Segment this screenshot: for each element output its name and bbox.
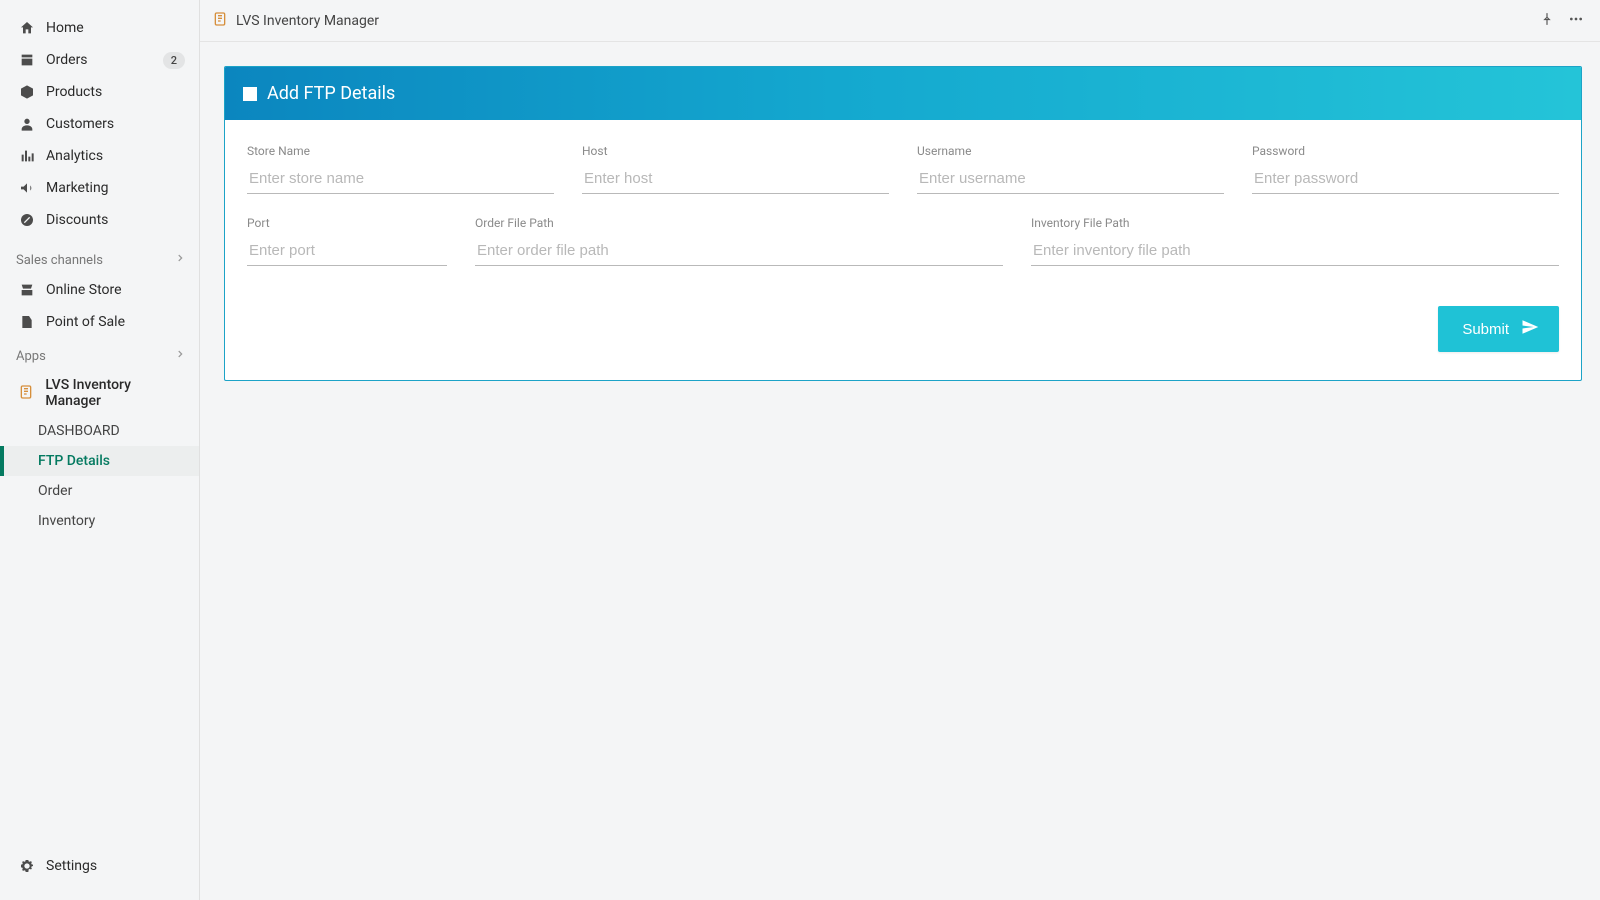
nav-products[interactable]: Products — [0, 76, 199, 108]
field-host: Host — [582, 144, 889, 194]
pos-icon — [18, 313, 36, 331]
settings-label: Settings — [46, 858, 185, 874]
subnav-ftp-details[interactable]: FTP Details — [0, 446, 199, 476]
nav-label: Customers — [46, 116, 185, 132]
app-lvs-inventory-manager[interactable]: LVS Inventory Manager — [0, 370, 199, 416]
card-header-icon — [243, 87, 257, 101]
order-path-input[interactable] — [475, 234, 1003, 266]
nav-settings[interactable]: Settings — [0, 850, 199, 882]
app-name-label: LVS Inventory Manager — [45, 377, 185, 409]
nav-home[interactable]: Home — [0, 12, 199, 44]
card-header: Add FTP Details — [225, 67, 1581, 120]
submit-button[interactable]: Submit — [1438, 306, 1559, 352]
nav-label: Products — [46, 84, 185, 100]
nav-label: Home — [46, 20, 185, 36]
field-port: Port — [247, 216, 447, 266]
main-nav: Home Orders 2 Products Customers A — [0, 12, 199, 242]
orders-icon — [18, 51, 36, 69]
host-input[interactable] — [582, 162, 889, 194]
card-body: Store Name Host Username Password — [225, 120, 1581, 380]
field-inventory-file-path: Inventory File Path — [1031, 216, 1559, 266]
field-username: Username — [917, 144, 1224, 194]
port-label: Port — [247, 216, 447, 230]
online-store-icon — [18, 281, 36, 299]
password-input[interactable] — [1252, 162, 1559, 194]
nav-label: Point of Sale — [46, 314, 185, 330]
marketing-icon — [18, 179, 36, 197]
app-icon — [18, 384, 35, 402]
pin-icon[interactable] — [1540, 11, 1554, 30]
sidebar: Home Orders 2 Products Customers A — [0, 0, 200, 900]
field-order-file-path: Order File Path — [475, 216, 1003, 266]
chevron-right-icon — [175, 252, 185, 268]
orders-badge: 2 — [163, 52, 185, 69]
nav-marketing[interactable]: Marketing — [0, 172, 199, 204]
inventory-path-input[interactable] — [1031, 234, 1559, 266]
main: LVS Inventory Manager Add FTP Details St… — [200, 0, 1600, 900]
nav-label: Online Store — [46, 282, 185, 298]
password-label: Password — [1252, 144, 1559, 158]
username-label: Username — [917, 144, 1224, 158]
store-name-input[interactable] — [247, 162, 554, 194]
sales-channels-header[interactable]: Sales channels — [0, 242, 199, 274]
nav-analytics[interactable]: Analytics — [0, 140, 199, 172]
content: Add FTP Details Store Name Host Username — [200, 42, 1600, 900]
store-name-label: Store Name — [247, 144, 554, 158]
subnav-inventory[interactable]: Inventory — [0, 506, 199, 536]
home-icon — [18, 19, 36, 37]
field-store-name: Store Name — [247, 144, 554, 194]
customers-icon — [18, 115, 36, 133]
discounts-icon — [18, 211, 36, 229]
gear-icon — [18, 857, 36, 875]
username-input[interactable] — [917, 162, 1224, 194]
nav-label: Marketing — [46, 180, 185, 196]
send-icon — [1521, 318, 1539, 340]
field-password: Password — [1252, 144, 1559, 194]
nav-orders[interactable]: Orders 2 — [0, 44, 199, 76]
ftp-details-card: Add FTP Details Store Name Host Username — [224, 66, 1582, 381]
nav-online-store[interactable]: Online Store — [0, 274, 199, 306]
nav-label: Orders — [46, 52, 163, 68]
page-title: LVS Inventory Manager — [236, 13, 379, 29]
submit-label: Submit — [1462, 321, 1509, 338]
apps-label: Apps — [16, 349, 46, 364]
inventory-path-label: Inventory File Path — [1031, 216, 1559, 230]
apps-header[interactable]: Apps — [0, 338, 199, 370]
nav-label: Discounts — [46, 212, 185, 228]
sales-channels-label: Sales channels — [16, 253, 103, 268]
chevron-right-icon — [175, 348, 185, 364]
products-icon — [18, 83, 36, 101]
card-title: Add FTP Details — [267, 83, 395, 104]
order-path-label: Order File Path — [475, 216, 1003, 230]
topbar: LVS Inventory Manager — [200, 0, 1600, 42]
port-input[interactable] — [247, 234, 447, 266]
analytics-icon — [18, 147, 36, 165]
host-label: Host — [582, 144, 889, 158]
nav-discounts[interactable]: Discounts — [0, 204, 199, 236]
nav-label: Analytics — [46, 148, 185, 164]
nav-customers[interactable]: Customers — [0, 108, 199, 140]
more-icon[interactable] — [1568, 11, 1584, 31]
subnav-dashboard[interactable]: DASHBOARD — [0, 416, 199, 446]
nav-point-of-sale[interactable]: Point of Sale — [0, 306, 199, 338]
app-icon — [212, 11, 228, 31]
subnav-order[interactable]: Order — [0, 476, 199, 506]
